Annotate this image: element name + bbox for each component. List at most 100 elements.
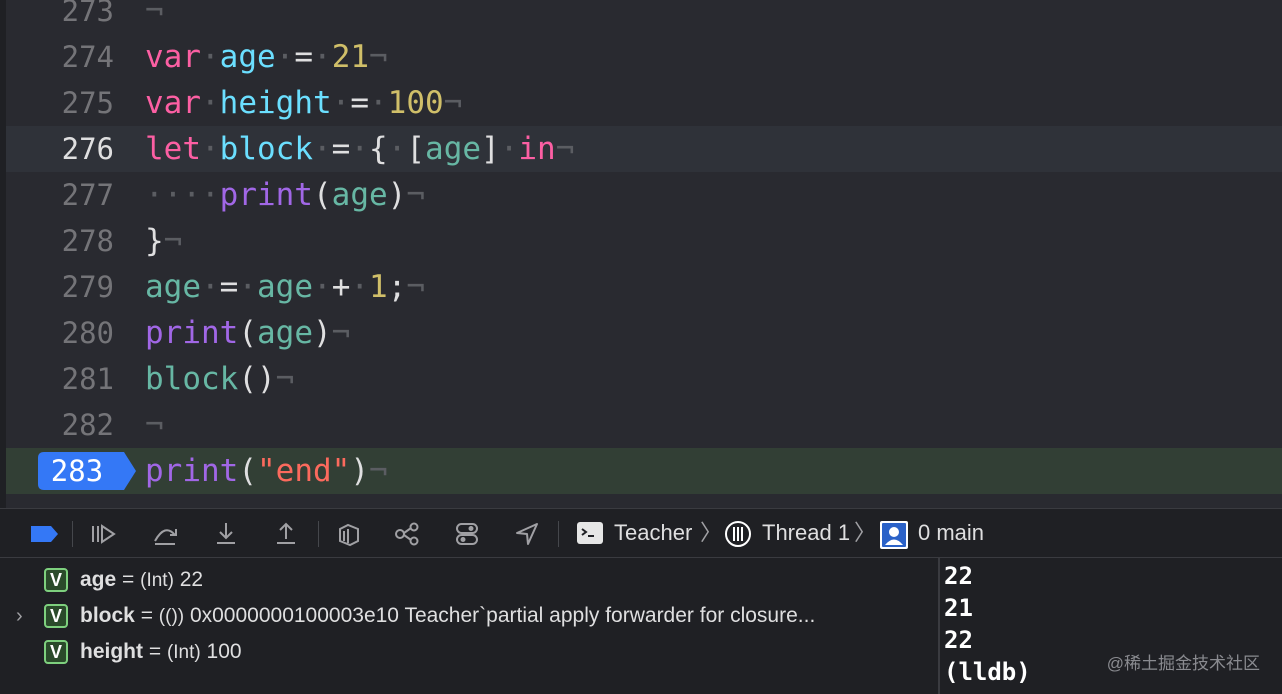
code-line[interactable]: 280 print(age)¬ <box>6 310 1282 356</box>
source-editor[interactable]: 273 ¬ 274 var·age·=·21¬ 275 var·height·=·100¬… <box>6 0 1282 508</box>
code-token: ¬ <box>406 269 426 305</box>
code-line[interactable]: 279 age·=·age·+·1;¬ <box>6 264 1282 310</box>
breadcrumb-thread[interactable]: Thread 1 <box>762 509 850 557</box>
code-token: var <box>145 85 201 121</box>
breadcrumb-target[interactable]: Teacher <box>614 509 692 557</box>
code-token: age <box>331 177 388 213</box>
code-line-stopped[interactable]: 283 print("end")¬ <box>6 448 1282 494</box>
memory-graph-icon[interactable] <box>394 521 420 547</box>
code-token: + <box>331 269 351 305</box>
variable-kind-icon: V <box>44 604 68 628</box>
code-token: · <box>313 269 332 305</box>
variable-value: 0x0000000100003e10 Teacher`partial apply… <box>184 604 816 627</box>
line-number: 282 <box>61 408 114 442</box>
code-token: · <box>499 131 519 167</box>
code-token: () <box>238 361 276 397</box>
code-token: · <box>369 85 388 121</box>
code-text: print("end")¬ <box>145 448 388 494</box>
code-token: = <box>219 269 239 305</box>
disclosure-chevron-icon[interactable]: › <box>16 598 23 634</box>
code-line[interactable]: 277 ····print(age)¬ <box>6 172 1282 218</box>
code-token: ) <box>387 177 407 213</box>
watermark: @稀土掘金技术社区 <box>1106 654 1260 673</box>
code-token: · <box>201 39 220 75</box>
line-number: 280 <box>61 316 114 350</box>
code-token: · <box>201 131 220 167</box>
code-line[interactable]: 273 ¬ <box>6 0 1282 34</box>
code-token: · <box>350 131 370 167</box>
code-token: print <box>219 177 313 213</box>
line-number: 277 <box>61 178 114 212</box>
code-line[interactable]: 278}¬ <box>6 218 1282 264</box>
variable-text: block = (()) 0x0000000100003e10 Teacher`… <box>80 598 815 635</box>
console-output-line: 22 <box>944 562 973 590</box>
code-line[interactable]: 281 block()¬ <box>6 356 1282 402</box>
continue-icon[interactable] <box>90 521 116 547</box>
toolbar-separator <box>558 521 559 547</box>
code-token: · <box>313 131 332 167</box>
view-hierarchy-icon[interactable] <box>336 521 362 547</box>
thread-icon <box>725 521 751 547</box>
step-over-icon[interactable] <box>152 521 178 547</box>
code-text: var·height·=·100¬ <box>145 80 462 126</box>
code-text: ¬ <box>145 0 164 34</box>
code-token: ¬ <box>145 0 164 29</box>
code-token: age <box>219 39 276 75</box>
step-out-icon[interactable] <box>273 521 299 547</box>
code-token: = <box>331 131 351 167</box>
variable-kind-icon: V <box>44 640 68 664</box>
variable-row-block[interactable]: › Vblock = (()) 0x0000000100003e10 Teache… <box>0 598 938 634</box>
variable-text: age = (Int) 22 <box>80 562 203 599</box>
variable-kind-icon: V <box>44 568 68 592</box>
code-token: height <box>219 85 332 121</box>
console-output-line: 22 <box>944 626 973 654</box>
code-token: ¬ <box>163 223 183 259</box>
line-number: 279 <box>61 270 114 304</box>
console-prompt: (lldb) <box>944 658 1031 686</box>
code-line-current[interactable]: 276 let·block·=·{·[age]·in¬ <box>6 126 1282 172</box>
code-token: · <box>313 39 332 75</box>
variable-row-age[interactable]: Vage = (Int) 22 <box>0 562 938 598</box>
code-line[interactable]: 282 ¬ <box>6 402 1282 448</box>
code-line[interactable]: 274 var·age·=·21¬ <box>6 34 1282 80</box>
variables-view[interactable]: Vage = (Int) 22 › Vblock = (()) 0x00000001… <box>0 558 938 694</box>
code-token: "end" <box>257 453 351 489</box>
code-token: print <box>145 453 239 489</box>
code-token: block <box>219 131 313 167</box>
code-text: let·block·=·{·[age]·in¬ <box>145 126 574 172</box>
stack-frame-icon <box>880 521 908 549</box>
code-token: · <box>201 269 220 305</box>
breadcrumb-chevron-icon: 〉 <box>854 520 877 545</box>
code-text: ····print(age)¬ <box>145 172 425 218</box>
code-token: ¬ <box>406 177 425 213</box>
code-token: · <box>387 131 407 167</box>
code-token: · <box>275 39 295 75</box>
code-text: print(age)¬ <box>145 310 350 356</box>
line-number: 276 <box>61 132 114 166</box>
variable-type: (()) <box>158 606 185 627</box>
environment-overrides-icon[interactable] <box>454 521 480 547</box>
editor-left-edge <box>0 0 6 508</box>
variable-type: (Int) <box>166 642 201 663</box>
debug-bar: Teacher 〉 Thread 1 〉 0 main <box>0 508 1282 558</box>
code-token: ( <box>238 315 257 351</box>
breakpoints-toggle-icon[interactable] <box>28 523 60 545</box>
variable-eq: = <box>143 640 167 663</box>
code-line[interactable]: 275 var·height·=·100¬ <box>6 80 1282 126</box>
code-token: block <box>145 361 239 397</box>
code-token: var <box>145 39 201 75</box>
code-token: ¬ <box>331 315 351 351</box>
breadcrumb-frame[interactable]: 0 main <box>918 509 984 557</box>
code-token: · <box>201 85 220 121</box>
code-text: age·=·age·+·1;¬ <box>145 264 425 310</box>
variable-eq: = <box>134 604 159 627</box>
code-token: ¬ <box>555 131 575 167</box>
variable-value: 22 <box>173 568 204 591</box>
code-token: ( <box>312 177 332 213</box>
code-token: ¬ <box>443 85 463 121</box>
code-token: ; <box>387 269 407 305</box>
simulate-location-icon[interactable] <box>514 521 540 547</box>
step-into-icon[interactable] <box>213 521 239 547</box>
variable-row-height[interactable]: Vheight = (Int) 100 <box>0 634 938 670</box>
code-token: = <box>350 85 369 121</box>
